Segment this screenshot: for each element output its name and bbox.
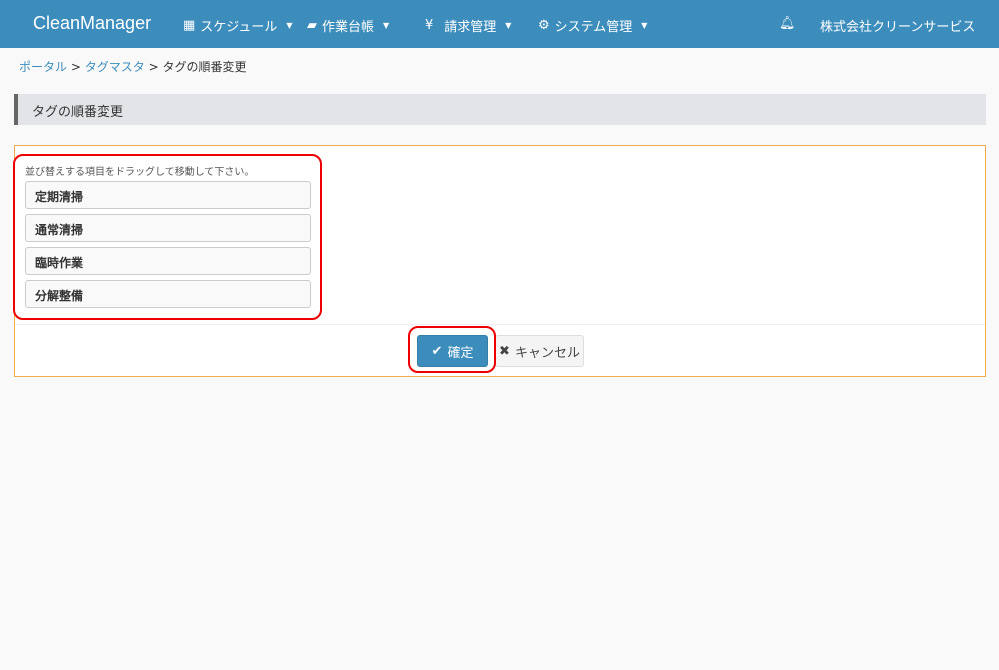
bell-icon: 🔔︎: [779, 16, 796, 31]
caret-down-icon: ▼: [505, 21, 512, 30]
gears-icon: ⚙: [538, 18, 550, 33]
caret-down-icon: ▼: [641, 21, 648, 30]
sortable-item[interactable]: 通常清掃: [25, 214, 311, 242]
sort-panel: 並び替えする項目をドラッグして移動して下さい。 定期清掃 通常清掃 臨時作業 分…: [14, 145, 986, 377]
company-menu[interactable]: 株式会社クリーンサービス: [820, 16, 975, 35]
notifications-button[interactable]: 🔔︎: [779, 16, 796, 31]
menu-schedule[interactable]: ▦ スケジュール ▼: [183, 16, 293, 35]
breadcrumb: ポータル > タグマスタ > タグの順番変更: [19, 60, 247, 74]
breadcrumb-portal[interactable]: ポータル: [19, 60, 67, 74]
sortable-item[interactable]: 定期清掃: [25, 181, 311, 209]
cancel-button[interactable]: ✖ キャンセル: [495, 335, 584, 367]
sortable-item[interactable]: 臨時作業: [25, 247, 311, 275]
top-navbar: CleanManager ▦ スケジュール ▼ ▰ 作業台帳 ▼ ¥ 請求管理 ▼ ⚙ システ…: [0, 0, 999, 48]
menu-system[interactable]: ⚙ システム管理 ▼: [538, 16, 647, 35]
calendar-icon: ▦: [183, 18, 196, 33]
confirm-button[interactable]: ✔ 確定: [417, 335, 488, 367]
brand-logo[interactable]: CleanManager: [33, 13, 151, 34]
caret-down-icon: ▼: [383, 21, 390, 30]
close-icon: ✖: [499, 343, 510, 359]
menu-work-ledger[interactable]: ▰ 作業台帳 ▼: [307, 16, 389, 35]
caret-down-icon: ▼: [286, 21, 293, 30]
sortable-item[interactable]: 分解整備: [25, 280, 311, 308]
instruction-text: 並び替えする項目をドラッグして移動して下さい。: [25, 167, 255, 178]
page-title: タグの順番変更: [14, 94, 986, 125]
panel-footer-divider: [15, 324, 985, 325]
check-icon: ✔: [431, 343, 443, 359]
menu-billing[interactable]: ¥ 請求管理 ▼: [425, 16, 511, 35]
breadcrumb-tagmaster[interactable]: タグマスタ: [85, 60, 145, 74]
yen-icon: ¥: [425, 18, 434, 33]
book-icon: ▰: [307, 18, 317, 33]
breadcrumb-current: タグの順番変更: [162, 60, 247, 74]
